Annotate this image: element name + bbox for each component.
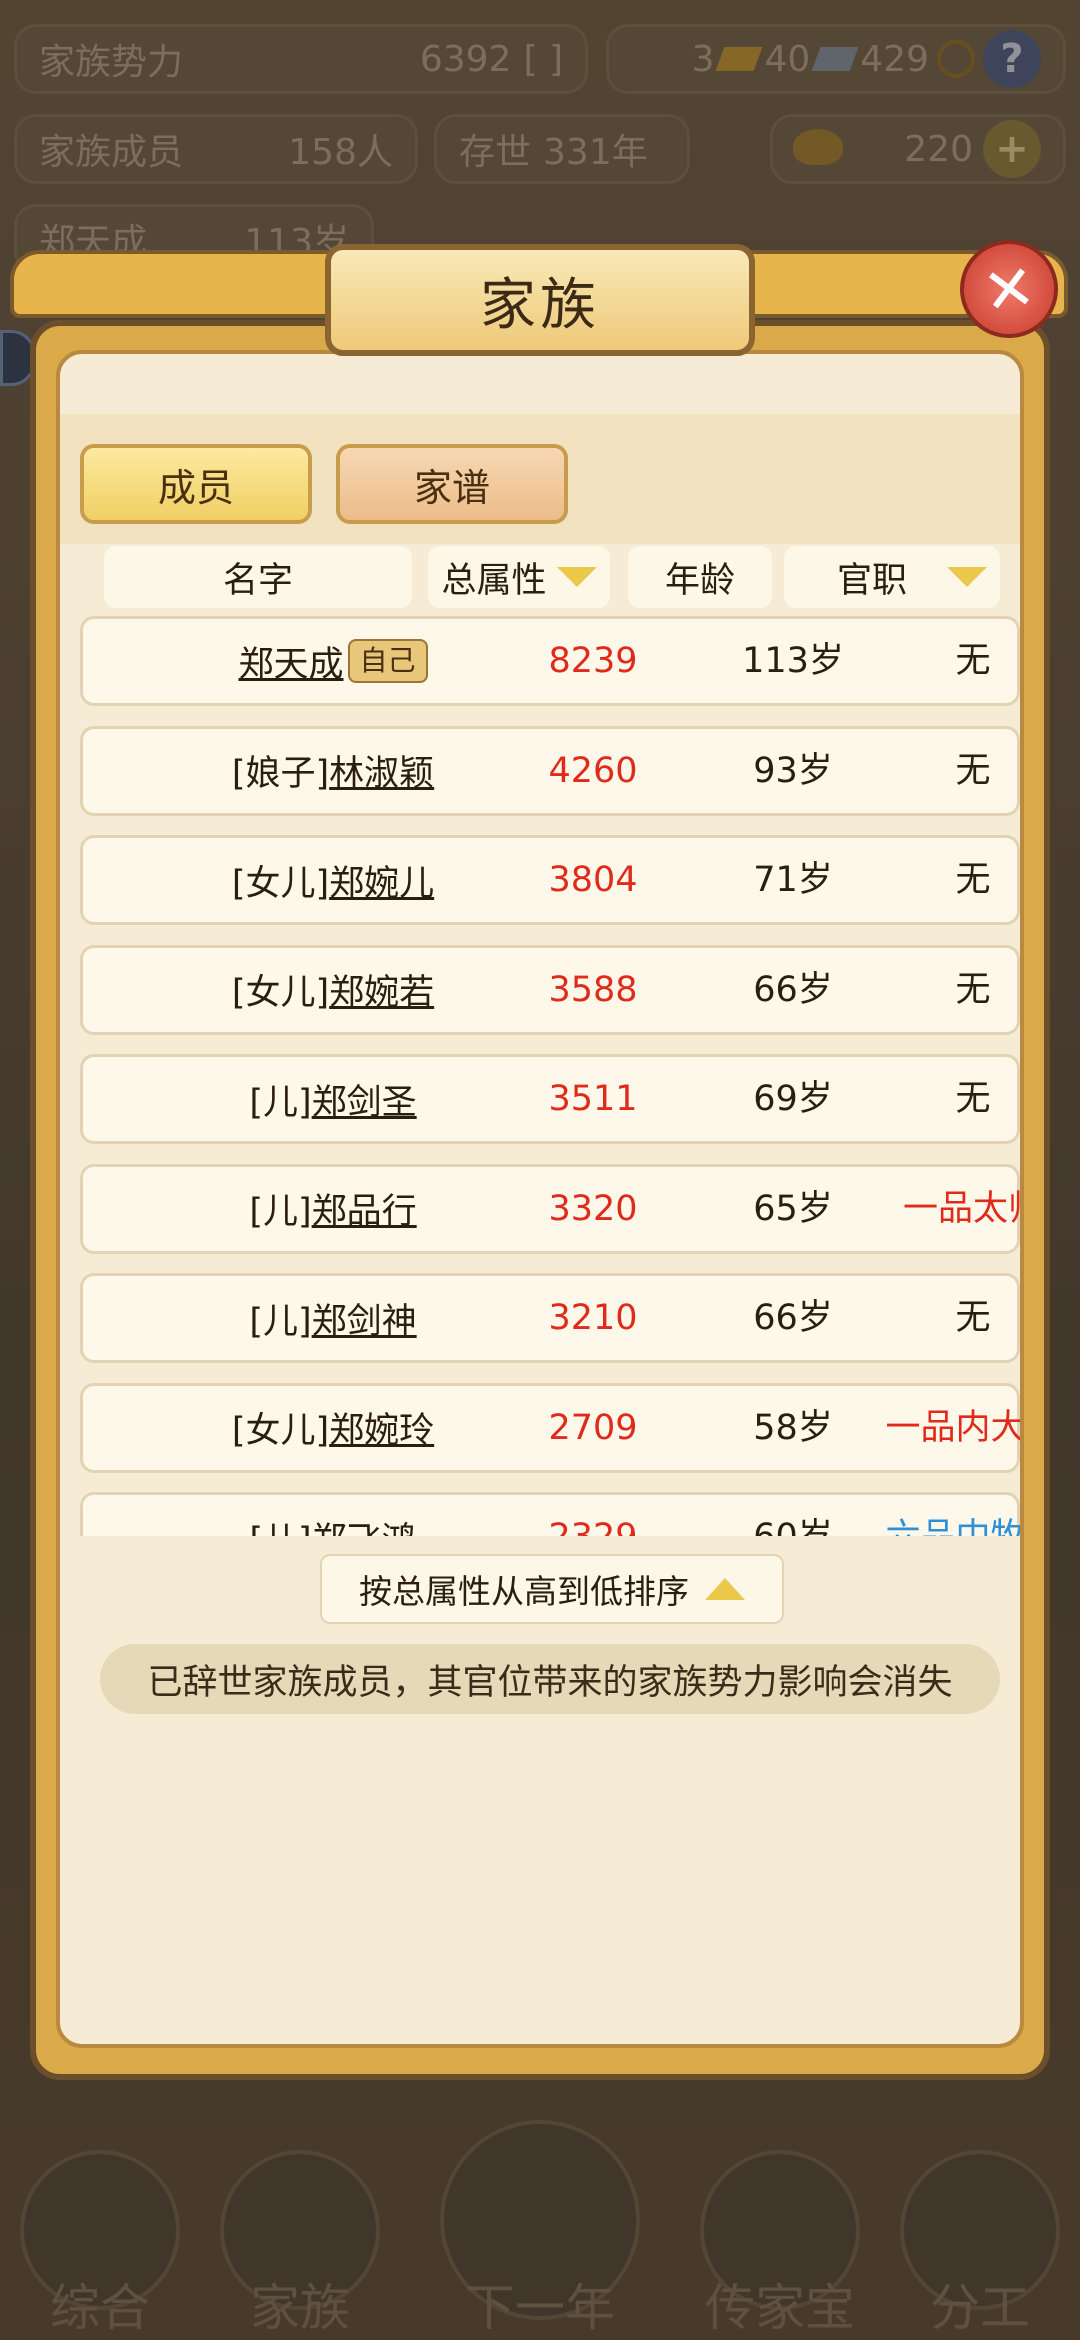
sort-selector[interactable]: 按总属性从高到低排序: [320, 1554, 784, 1624]
official-post: 一品太师: [902, 1188, 1020, 1229]
column-label: 总属性: [441, 560, 547, 601]
tab-bar: 成员 家谱: [60, 414, 1020, 544]
official-post: 一品内大臣: [885, 1407, 1020, 1448]
column-label: 年龄: [664, 560, 735, 601]
member-name-link[interactable]: 郑天成: [238, 636, 343, 687]
official-post: 无: [955, 1079, 991, 1119]
tab-members[interactable]: 成员: [80, 444, 312, 524]
official-post: 无: [955, 641, 991, 681]
relation-prefix: [儿]: [249, 1301, 312, 1342]
relation-prefix: [儿]: [249, 1192, 312, 1232]
tab-label: 家谱: [413, 465, 490, 510]
relation-prefix: [女儿]: [231, 973, 330, 1013]
table-row[interactable]: 郑天成 自己 8239 113岁无: [80, 616, 1020, 706]
column-label: 名字: [222, 560, 293, 601]
tab-genealogy[interactable]: 家谱: [336, 444, 568, 524]
self-badge: 自己: [347, 639, 428, 683]
relation-prefix: [儿]: [249, 1082, 312, 1123]
sort-label: 按总属性从高到低排序: [359, 1572, 689, 1611]
total-attribute: 4260: [548, 750, 638, 791]
column-header-age: 年龄: [628, 546, 772, 608]
column-header-office[interactable]: 官职: [784, 546, 1000, 608]
member-name-link[interactable]: 郑婉玲: [329, 1402, 434, 1453]
relation-prefix: [女儿]: [231, 1411, 330, 1451]
total-attribute: 2709: [548, 1407, 638, 1448]
notice-text: 已辞世家族成员，其官位带来的家族势力影响会消失: [147, 1662, 953, 1703]
member-name-link[interactable]: 郑婉若: [329, 964, 434, 1015]
tab-label: 成员: [157, 465, 234, 510]
modal-title-text: 家族: [480, 272, 600, 338]
official-post: 无: [955, 969, 991, 1010]
column-header-name: 名字: [104, 546, 412, 608]
member-list[interactable]: 郑天成 自己 8239 113岁无 [娘子] 林淑颖 4260 93岁无 [女儿] 郑婉儿 3804…: [60, 616, 1020, 1536]
sort-up-icon: [705, 1578, 745, 1600]
deceased-notice: 已辞世家族成员，其官位带来的家族势力影响会消失: [100, 1644, 1000, 1714]
relation-prefix: [儿]: [249, 1512, 311, 1537]
column-header-attr[interactable]: 总属性: [428, 546, 610, 608]
table-row[interactable]: [女儿] 郑婉若 3588 66岁无: [80, 944, 1020, 1035]
total-attribute: 3588: [548, 969, 638, 1010]
table-row[interactable]: [儿] 郑剑圣 3511 69岁无: [80, 1054, 1020, 1144]
table-row[interactable]: [女儿]郑婉玲270958岁一品内大臣: [80, 1382, 1020, 1473]
modal-title: 家族: [325, 244, 755, 356]
official-post: 六品中牧监: [843, 1495, 1020, 1536]
total-attribute: 3320: [548, 1188, 638, 1229]
member-name-link[interactable]: 郑剑神: [312, 1293, 417, 1344]
member-name-link[interactable]: 郑品行: [312, 1183, 417, 1234]
total-attribute: 8239: [548, 641, 638, 681]
relation-prefix: [女儿]: [231, 863, 330, 904]
table-row[interactable]: [儿]郑飞鸿232960岁六品中牧监: [80, 1492, 1020, 1536]
table-row[interactable]: [娘子] 林淑颖 4260 93岁无: [80, 725, 1020, 816]
table-row[interactable]: [儿]郑品行332065岁一品太师: [80, 1163, 1020, 1254]
table-row[interactable]: [儿] 郑剑神 3210 66岁无: [80, 1273, 1020, 1363]
member-name-link[interactable]: 郑飞鸿: [312, 1512, 417, 1537]
member-name-link[interactable]: 郑剑圣: [312, 1074, 417, 1125]
total-attribute: 2329: [503, 1495, 683, 1536]
total-attribute: 3511: [548, 1079, 638, 1119]
modal-content: 成员 家谱 名字 总属性 年龄 官职 郑天成 自己 8239 113岁无 [娘子] 林淑颖…: [56, 350, 1024, 2048]
family-modal: 成员 家谱 名字 总属性 年龄 官职 郑天成 自己 8239 113岁无 [娘子] 林淑颖…: [30, 320, 1050, 2080]
sort-triangle-icon: [556, 567, 597, 587]
official-post: 无: [955, 1298, 991, 1338]
table-row[interactable]: [女儿] 郑婉儿 3804 71岁无: [80, 835, 1020, 925]
title-wing-left: [10, 250, 348, 318]
official-post: 无: [955, 860, 991, 900]
column-label: 官职: [836, 560, 907, 601]
total-attribute: 3804: [548, 860, 638, 900]
relation-prefix: [娘子]: [231, 754, 330, 794]
member-name-link[interactable]: 郑婉儿: [329, 855, 434, 906]
member-name-link[interactable]: 林淑颖: [329, 745, 434, 796]
official-post: 无: [955, 750, 991, 791]
filter-triangle-icon: [947, 567, 987, 587]
total-attribute: 3210: [548, 1298, 638, 1338]
